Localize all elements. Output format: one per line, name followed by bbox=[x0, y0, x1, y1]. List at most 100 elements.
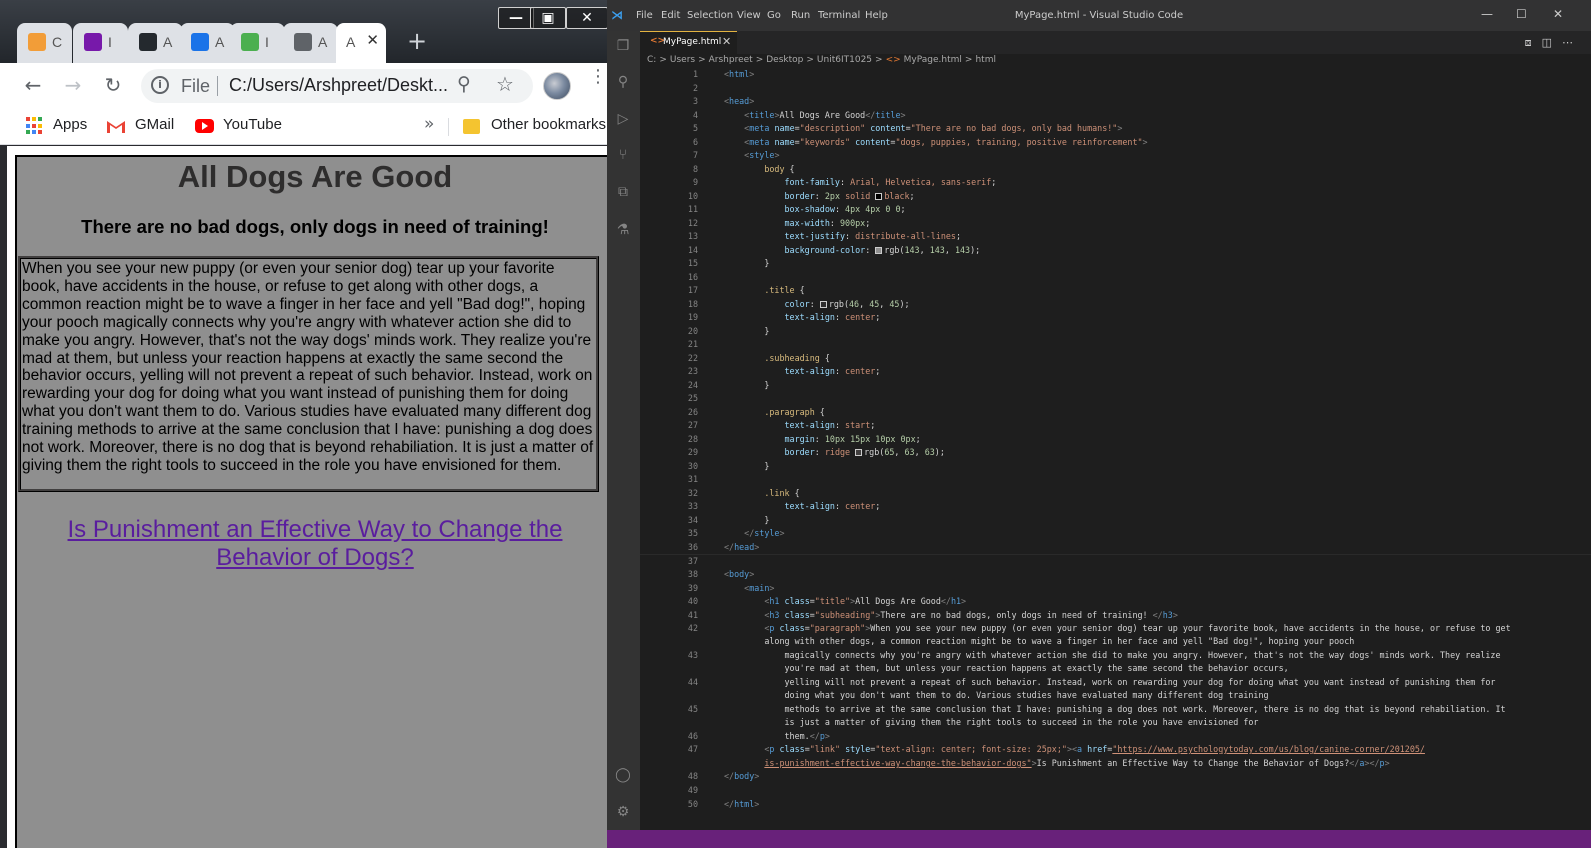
vscode-close-icon[interactable]: ✕ bbox=[1553, 7, 1563, 21]
bookmark-other[interactable]: Other bookmarks bbox=[491, 116, 606, 133]
line-number: 12 bbox=[687, 218, 698, 228]
bookmarks-overflow-button[interactable]: » bbox=[424, 114, 434, 134]
code-line: .paragraph { bbox=[764, 407, 825, 417]
browser-tab[interactable]: A bbox=[283, 23, 338, 63]
testing-flask-icon[interactable]: ⚗ bbox=[614, 221, 632, 239]
site-info-icon[interactable]: i bbox=[151, 76, 169, 94]
line-number: 25 bbox=[687, 393, 698, 403]
address-url[interactable]: C:/Users/Arshpreet/Deskt... bbox=[229, 75, 448, 96]
line-number: 4 bbox=[692, 110, 698, 120]
breadcrumb-separator: > bbox=[806, 55, 814, 65]
code-line: } bbox=[724, 380, 770, 390]
code-line: } bbox=[724, 326, 770, 336]
code-line: max-width: 900px; bbox=[784, 218, 871, 228]
browser-tab[interactable]: A ✕ bbox=[336, 23, 386, 63]
back-arrow-icon[interactable]: ← bbox=[20, 73, 46, 99]
vscode-window: ⋊ File Edit Selection View Go Run Termin… bbox=[607, 0, 1591, 848]
split-editor-icon[interactable]: ◫ bbox=[1542, 36, 1562, 49]
line-number: 34 bbox=[687, 515, 698, 525]
github-icon bbox=[139, 33, 157, 51]
breadcrumb-item[interactable]: Desktop bbox=[766, 55, 803, 65]
line-number: 7 bbox=[692, 150, 698, 160]
browser-tab[interactable]: I bbox=[73, 23, 128, 63]
extensions-icon[interactable]: ⧉ bbox=[614, 183, 632, 201]
line-number: 41 bbox=[687, 610, 698, 620]
line-number: 46 bbox=[687, 731, 698, 741]
code-line: <style> bbox=[744, 150, 780, 160]
breadcrumb-separator: > bbox=[698, 55, 706, 65]
browser-tab[interactable]: A bbox=[128, 23, 183, 63]
breadcrumb-item[interactable]: Arshpreet bbox=[709, 55, 753, 65]
open-preview-icon[interactable]: ⧈ bbox=[1525, 36, 1542, 49]
chrome-window: — ▣ ✕ C I A A I A A ✕ + ← → ↻ i File C:/Users/A… bbox=[0, 0, 607, 848]
line-number: 13 bbox=[687, 231, 698, 241]
line-number: 9 bbox=[692, 177, 698, 187]
youtube-icon bbox=[195, 119, 214, 133]
apps-grid-icon[interactable] bbox=[26, 117, 44, 135]
browser-tab[interactable]: C bbox=[17, 23, 72, 63]
code-line: is just a matter of giving them the righ… bbox=[724, 717, 1259, 727]
search-icon[interactable]: ⚲ bbox=[614, 73, 632, 91]
code-line: text-align: center; bbox=[784, 501, 881, 511]
bookmark-apps[interactable]: Apps bbox=[53, 116, 87, 133]
zoom-icon[interactable]: ⚲ bbox=[457, 73, 471, 95]
bookmark-youtube[interactable]: YouTube bbox=[223, 116, 282, 133]
address-bar[interactable]: i File C:/Users/Arshpreet/Deskt... ⚲ ☆ bbox=[141, 69, 533, 103]
new-tab-button[interactable]: + bbox=[402, 27, 432, 57]
breadcrumb-item[interactable]: <> bbox=[886, 55, 901, 65]
breadcrumb-item[interactable]: MyPage.html bbox=[904, 55, 962, 65]
code-editor[interactable]: 1 <html> 2 3 <head> 4 <title>All Dogs Are … bbox=[640, 67, 1591, 837]
vscode-maximize-icon[interactable]: ☐ bbox=[1516, 7, 1527, 21]
browser-tab-label: C bbox=[52, 34, 63, 50]
bookmarks-divider bbox=[448, 118, 449, 136]
breadcrumb-item[interactable]: html bbox=[975, 55, 996, 65]
code-line: <title>All Dogs Are Good</title> bbox=[744, 110, 906, 120]
minimize-button[interactable]: — bbox=[498, 7, 534, 29]
line-number: 28 bbox=[687, 434, 698, 444]
settings-gear-icon[interactable]: ⚙ bbox=[614, 803, 632, 821]
explorer-icon[interactable]: ❐ bbox=[614, 37, 632, 55]
line-number: 21 bbox=[687, 339, 698, 349]
line-number: 1 bbox=[692, 69, 698, 79]
code-line: along with other dogs, a common reaction… bbox=[724, 636, 1355, 646]
code-line: you're mad at them, but unless your reac… bbox=[724, 663, 1289, 673]
tab-close-icon[interactable]: ✕ bbox=[366, 31, 379, 49]
tab-mypage-html[interactable]: <> MyPage.html ✕ bbox=[640, 31, 737, 54]
vscode-minimize-icon[interactable]: — bbox=[1481, 7, 1493, 21]
coffee-icon bbox=[191, 33, 209, 51]
status-bar bbox=[607, 830, 1591, 848]
account-icon[interactable]: ◯ bbox=[614, 766, 632, 784]
line-number: 49 bbox=[687, 785, 698, 795]
breadcrumb-item[interactable]: Users bbox=[670, 55, 695, 65]
browser-tab[interactable]: I bbox=[230, 23, 285, 63]
page-paragraph: When you see your new puppy (or even you… bbox=[18, 256, 599, 492]
line-number: 14 bbox=[687, 245, 698, 255]
close-window-button[interactable]: ✕ bbox=[566, 7, 607, 29]
bookmark-star-icon[interactable]: ☆ bbox=[496, 72, 514, 96]
bookmark-gmail[interactable]: GMail bbox=[135, 116, 174, 133]
line-number: 26 bbox=[687, 407, 698, 417]
breadcrumb-item[interactable]: C: bbox=[647, 55, 656, 65]
address-separator bbox=[217, 76, 218, 96]
reload-icon[interactable]: ↻ bbox=[100, 73, 126, 99]
code-line: .link { bbox=[764, 488, 800, 498]
breadcrumb-item[interactable]: Unit6IT1025 bbox=[817, 55, 872, 65]
code-line: <p class="link" style="text-align: cente… bbox=[764, 744, 1425, 754]
forward-arrow-icon[interactable]: → bbox=[60, 73, 86, 99]
browser-tab[interactable]: A bbox=[180, 23, 235, 63]
code-line: them.</p> bbox=[724, 731, 830, 741]
browser-tab-label: A bbox=[318, 34, 328, 50]
breadcrumb-separator: > bbox=[875, 55, 883, 65]
source-control-icon[interactable]: ⑂ bbox=[614, 146, 632, 164]
line-number: 38 bbox=[687, 569, 698, 579]
chrome-menu-icon[interactable]: ⋮ bbox=[589, 68, 607, 86]
more-actions-icon[interactable]: ⋯ bbox=[1562, 36, 1583, 49]
restore-button[interactable]: ▣ bbox=[530, 7, 566, 29]
webpage-body: All Dogs Are Good There are no bad dogs,… bbox=[15, 155, 607, 848]
tab-close-icon[interactable]: ✕ bbox=[722, 35, 731, 48]
run-debug-icon[interactable]: ▷ bbox=[614, 110, 632, 128]
article-link[interactable]: Is Punishment an Effective Way to Change… bbox=[17, 516, 607, 572]
profile-avatar[interactable] bbox=[543, 72, 571, 100]
vscode-titlebar: ⋊ File Edit Selection View Go Run Termin… bbox=[607, 0, 1591, 31]
line-number: 33 bbox=[687, 501, 698, 511]
